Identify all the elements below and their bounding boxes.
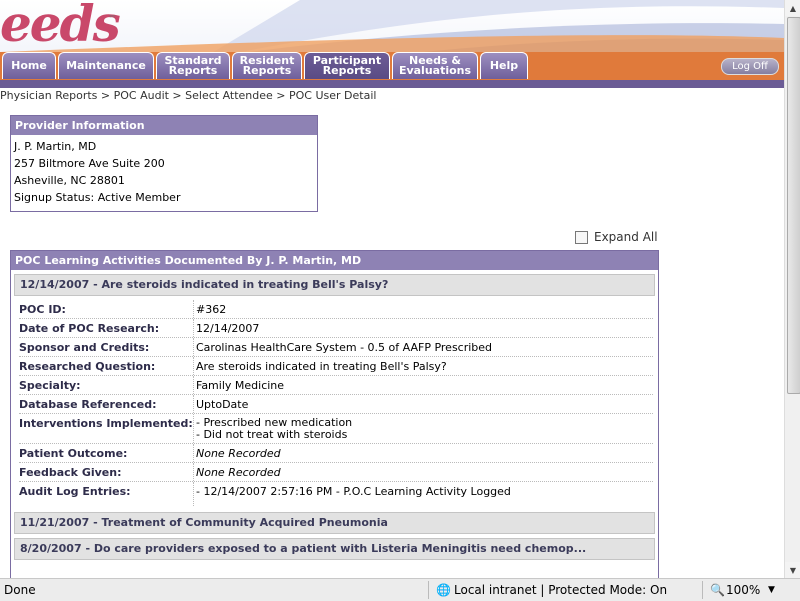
- detail-row-outcome: Patient Outcome: None Recorded: [19, 444, 653, 463]
- expand-all-control[interactable]: Expand All: [575, 230, 658, 244]
- status-separator: [702, 581, 703, 599]
- scroll-thumb[interactable]: [787, 17, 800, 394]
- detail-row-question: Researched Question: Are steroids indica…: [19, 357, 653, 376]
- nav-underline: [0, 80, 784, 88]
- poc-activities-heading: POC Learning Activities Documented By J.…: [11, 251, 658, 270]
- provider-info-heading: Provider Information: [11, 116, 317, 135]
- vertical-scrollbar[interactable]: ▲ ▼: [784, 0, 800, 578]
- status-separator: [428, 581, 429, 599]
- tab-standard-reports[interactable]: Standard Reports: [156, 52, 230, 79]
- tab-needs-evaluations[interactable]: Needs & Evaluations: [392, 52, 478, 79]
- provider-address-line2: Asheville, NC 28801: [14, 174, 125, 187]
- tab-help[interactable]: Help: [480, 52, 528, 79]
- logoff-button[interactable]: Log Off: [721, 58, 779, 75]
- detail-row-specialty: Specialty: Family Medicine: [19, 376, 653, 395]
- scroll-up-icon[interactable]: ▲: [785, 0, 800, 16]
- expand-all-label: Expand All: [594, 230, 658, 244]
- provider-name: J. P. Martin, MD: [14, 140, 97, 153]
- provider-info-box: Provider Information J. P. Martin, MD 25…: [10, 115, 318, 212]
- main-nav: Home Maintenance Standard Reports Reside…: [0, 52, 784, 80]
- tab-home[interactable]: Home: [2, 52, 56, 79]
- status-text: Done: [4, 583, 36, 597]
- detail-row-interventions: Interventions Implemented: - Prescribed …: [19, 414, 653, 444]
- chevron-down-icon[interactable]: ▼: [768, 585, 775, 595]
- expand-all-checkbox[interactable]: [575, 230, 588, 244]
- security-zone[interactable]: Local intranet | Protected Mode: On: [454, 583, 667, 597]
- detail-row-sponsor: Sponsor and Credits: Carolinas HealthCar…: [19, 338, 653, 357]
- activity-details: POC ID: #362 Date of POC Research: 12/14…: [19, 300, 653, 506]
- provider-address-line1: 257 Biltmore Ave Suite 200: [14, 157, 165, 170]
- scroll-down-icon[interactable]: ▼: [785, 562, 800, 578]
- detail-row-poc-id: POC ID: #362: [19, 300, 653, 319]
- poc-activities-panel: POC Learning Activities Documented By J.…: [10, 250, 659, 581]
- zoom-icon: 🔍: [710, 583, 725, 597]
- detail-row-database: Database Referenced: UptoDate: [19, 395, 653, 414]
- eeds-logo: eeds ™: [0, 0, 121, 53]
- tab-maintenance[interactable]: Maintenance: [58, 52, 154, 79]
- zoom-level[interactable]: 100%: [726, 583, 760, 597]
- detail-row-date: Date of POC Research: 12/14/2007: [19, 319, 653, 338]
- detail-row-audit-log: Audit Log Entries: - 12/14/2007 2:57:16 …: [19, 482, 653, 506]
- provider-signup-status: Signup Status: Active Member: [14, 191, 181, 204]
- tab-resident-reports[interactable]: Resident Reports: [232, 52, 302, 79]
- activity-header-bells-palsy[interactable]: 12/14/2007 - Are steroids indicated in t…: [14, 274, 655, 296]
- detail-row-feedback: Feedback Given: None Recorded: [19, 463, 653, 482]
- globe-icon: 🌐: [436, 583, 451, 597]
- browser-status-bar: Done 🌐 Local intranet | Protected Mode: …: [0, 578, 800, 601]
- tab-participant-reports[interactable]: Participant Reports: [304, 52, 390, 79]
- breadcrumb: Physician Reports > POC Audit > Select A…: [0, 89, 377, 102]
- activity-header-listeria[interactable]: 8/20/2007 - Do care providers exposed to…: [14, 538, 655, 560]
- activity-header-pneumonia[interactable]: 11/21/2007 - Treatment of Community Acqu…: [14, 512, 655, 534]
